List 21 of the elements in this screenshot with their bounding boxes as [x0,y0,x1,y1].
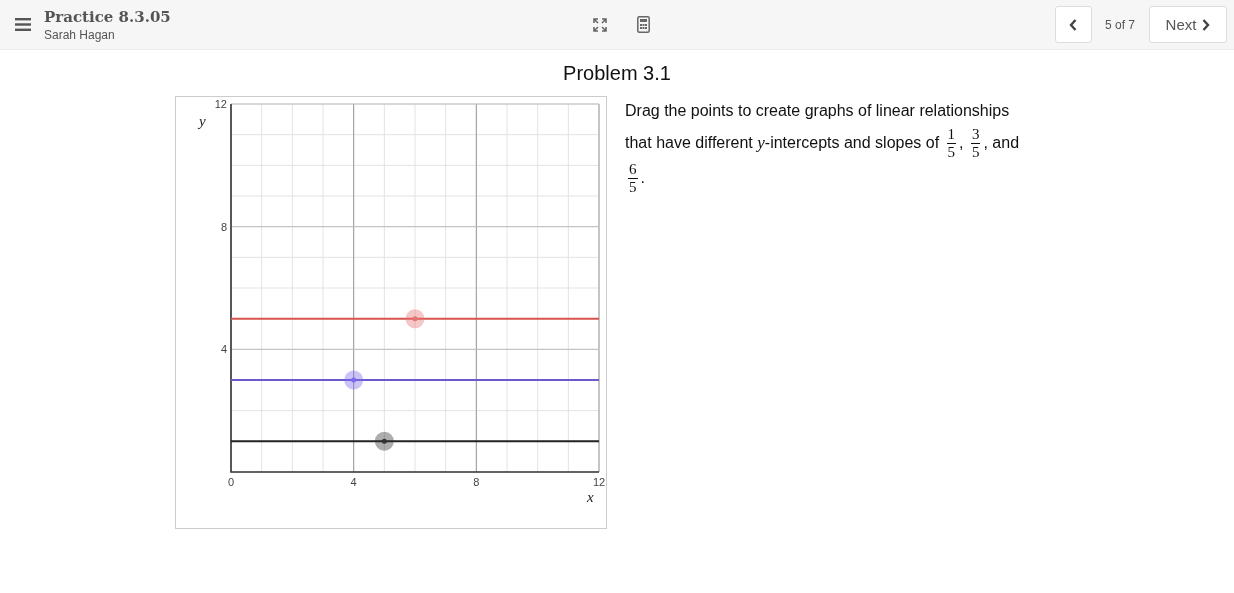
y-tick-label: 4 [220,343,227,356]
y-axis-label: y [199,113,206,129]
draggable-point[interactable] [374,431,394,451]
y-tick-label: 8 [220,220,227,233]
expand-icon[interactable] [592,17,607,32]
x-tick-label: 0 [227,476,235,488]
x-axis-label: x [587,489,594,505]
previous-button[interactable] [1054,6,1092,43]
x-tick-label: 4 [350,476,357,488]
next-button[interactable]: Next [1149,6,1227,43]
calculator-icon[interactable] [636,16,650,33]
page-indicator: 5 of 7 [1103,17,1136,32]
chevron-left-icon [1069,18,1078,31]
problem-title: Problem 3.1 [562,62,672,84]
x-tick-label: 8 [473,476,480,488]
chevron-right-icon [1202,18,1211,31]
activity-title: Practice 8.3.05 [44,7,171,26]
menu-icon[interactable] [15,18,31,31]
y-tick-label: 12 [214,98,227,110]
x-tick-label: 12 [592,476,606,488]
author-name: Sarah Hagan [44,27,116,42]
